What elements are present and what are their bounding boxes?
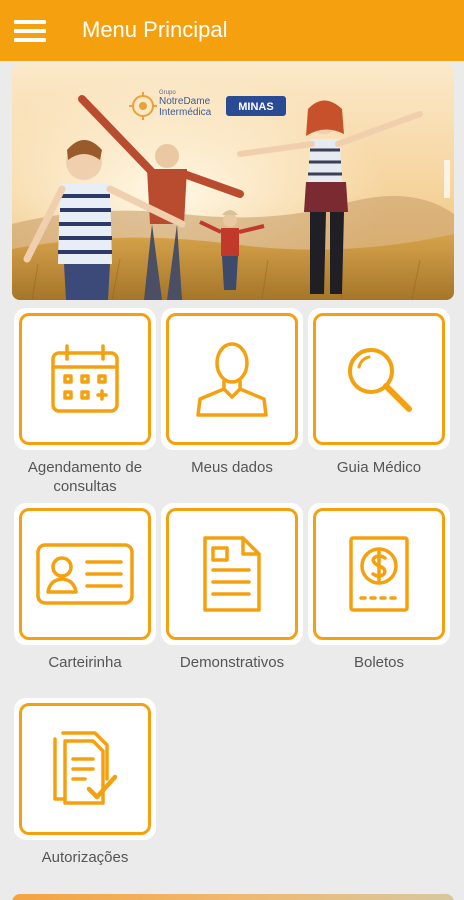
tile-agendamento[interactable]: Agendamento de consultas	[14, 308, 156, 496]
tile-autorizacoes-button[interactable]	[14, 698, 156, 840]
tile-demonstrativos-label: Demonstrativos	[179, 654, 285, 671]
tile-agendamento-button[interactable]	[14, 308, 156, 450]
tile-guia-medico[interactable]: Guia Médico	[308, 308, 450, 477]
user-icon	[196, 342, 268, 417]
tile-boletos[interactable]: Boletos	[308, 503, 450, 672]
banner-image: Grupo NotreDame Intermédica MINAS	[12, 64, 454, 300]
tile-demonstrativos[interactable]: Demonstrativos	[161, 503, 303, 672]
tile-autorizacoes-label: Autorizações	[41, 849, 129, 866]
tile-demonstrativos-button[interactable]	[161, 503, 303, 645]
app-bar: Menu Principal	[0, 0, 464, 61]
tile-carteirinha-label: Carteirinha	[48, 654, 122, 671]
tile-guia-medico-button[interactable]	[308, 308, 450, 450]
tile-guia-medico-label: Guia Médico	[336, 459, 422, 476]
svg-text:NotreDame: NotreDame	[159, 96, 211, 107]
tile-meus-dados[interactable]: Meus dados	[161, 308, 303, 477]
id-card-icon	[36, 543, 134, 605]
page-title: Menu Principal	[82, 17, 228, 42]
tile-autorizacoes[interactable]: Autorizações	[14, 698, 156, 867]
calendar-icon	[51, 344, 119, 413]
invoice-icon	[349, 536, 409, 612]
tile-boletos-button[interactable]	[308, 503, 450, 645]
tile-meus-dados-button[interactable]	[161, 308, 303, 450]
tile-agendamento-label: Agendamento de consultas	[27, 459, 143, 495]
search-icon	[348, 348, 412, 412]
tile-carteirinha-button[interactable]	[14, 503, 156, 645]
tile-carteirinha[interactable]: Carteirinha	[14, 503, 156, 672]
svg-text:Intermédica: Intermédica	[159, 107, 212, 118]
authorization-icon	[53, 731, 118, 805]
document-icon	[203, 536, 261, 612]
tile-meus-dados-label: Meus dados	[191, 459, 273, 476]
tile-boletos-label: Boletos	[353, 654, 405, 671]
bottom-banner-edge	[12, 894, 454, 900]
svg-text:MINAS: MINAS	[238, 101, 273, 113]
hamburger-menu-icon[interactable]	[14, 18, 48, 44]
